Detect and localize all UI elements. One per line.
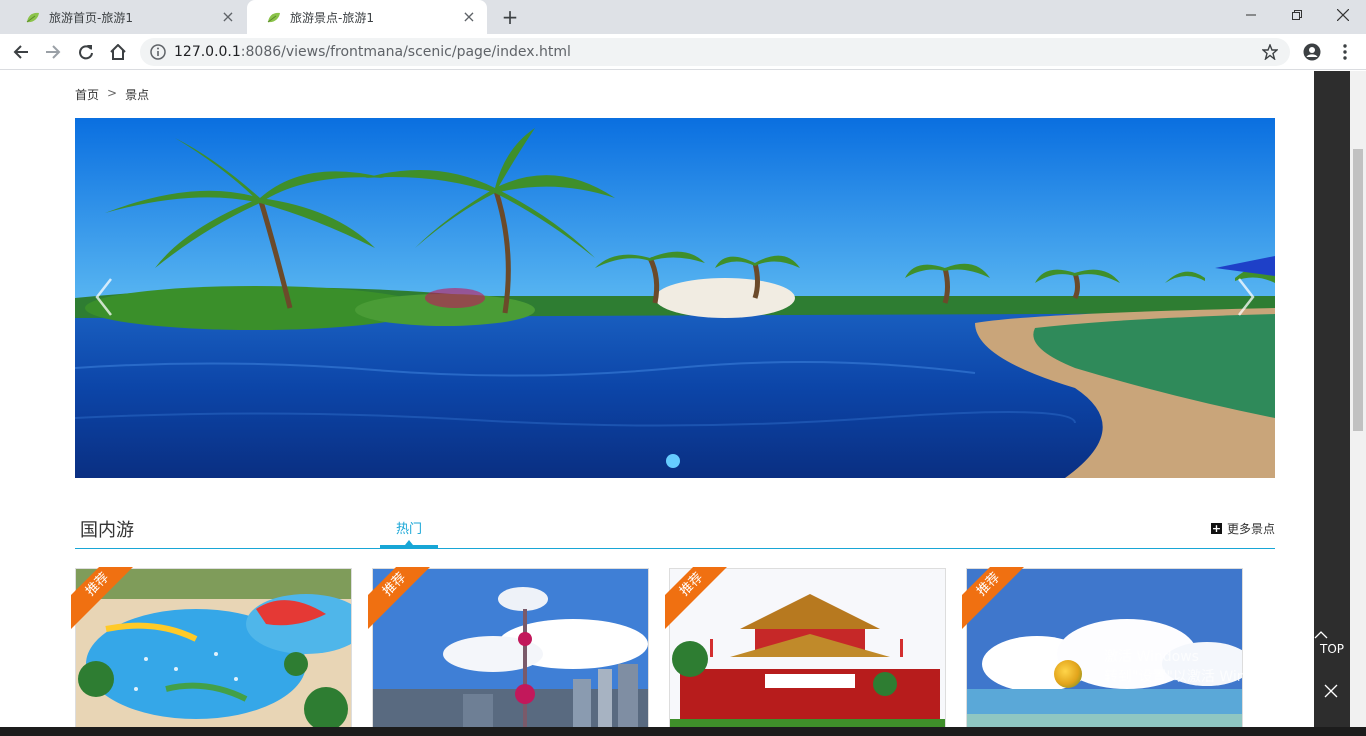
tab-active-underline <box>380 545 438 548</box>
bookmark-star-icon[interactable] <box>1262 44 1278 60</box>
forward-arrow-icon <box>46 45 61 59</box>
floating-ball-icon[interactable] <box>1054 660 1082 688</box>
browser-tab-active[interactable]: 旅游景点-旅游1 × <box>247 0 487 34</box>
restore-button[interactable] <box>1274 0 1320 30</box>
section-header: 国内游 热门 + 更多景点 <box>75 511 1275 549</box>
tab-title: 旅游景点-旅游1 <box>290 10 374 25</box>
back-to-top-label: TOP <box>1319 642 1344 656</box>
forward-button[interactable] <box>42 41 64 63</box>
back-button[interactable] <box>10 41 32 63</box>
leaf-icon <box>267 12 280 22</box>
recommend-ribbon: 推荐 <box>962 567 1028 629</box>
activate-windows-watermark: 激活 Windows 转到"设置"以激活 Windows。 <box>1104 649 1296 685</box>
page-viewport: 首页 > 景点 国内游 热门 + 更多景点 推荐 推荐 推荐 推荐 <box>0 71 1314 727</box>
reload-button[interactable] <box>75 41 97 63</box>
carousel-next-icon[interactable] <box>1231 273 1261 321</box>
breadcrumb: 首页 > 景点 <box>75 86 149 103</box>
kebab-menu-icon <box>1343 44 1347 60</box>
chevron-up-icon <box>1314 631 1328 639</box>
recommend-badge: 推荐 <box>71 567 137 629</box>
breadcrumb-home[interactable]: 首页 <box>75 86 99 103</box>
tab-hot[interactable]: 热门 <box>380 518 438 537</box>
minimize-icon <box>1246 14 1256 16</box>
close-icon <box>1337 9 1349 21</box>
back-to-top-button[interactable]: TOP <box>1314 628 1350 664</box>
account-icon <box>1303 43 1321 61</box>
recommend-badge: 推荐 <box>665 567 731 629</box>
close-icon[interactable] <box>1322 682 1340 700</box>
os-taskbar <box>0 727 1366 736</box>
carousel-dot-active[interactable] <box>666 454 680 468</box>
tab-title: 旅游首页-旅游1 <box>49 10 133 25</box>
recommend-badge: 推荐 <box>962 567 1028 629</box>
banner-image <box>75 118 1275 478</box>
carousel-prev-icon[interactable] <box>89 273 119 321</box>
recommend-ribbon: 推荐 <box>71 567 137 629</box>
tab-close-icon[interactable]: × <box>220 9 236 25</box>
recommend-ribbon: 推荐 <box>665 567 731 629</box>
scenic-card[interactable]: 推荐 <box>368 567 649 727</box>
browser-tab[interactable]: 旅游首页-旅游1 × <box>6 0 246 34</box>
minimize-button[interactable] <box>1228 0 1274 30</box>
menu-button[interactable] <box>1334 41 1356 63</box>
info-icon <box>150 44 166 60</box>
breadcrumb-current: 景点 <box>125 88 150 102</box>
close-window-button[interactable] <box>1320 0 1366 30</box>
browser-toolbar: 127.0.0.1:8086/views/frontmana/scenic/pa… <box>0 34 1366 70</box>
address-bar[interactable]: 127.0.0.1:8086/views/frontmana/scenic/pa… <box>140 38 1290 66</box>
profile-button[interactable] <box>1301 41 1323 63</box>
breadcrumb-separator: > <box>107 86 118 100</box>
reload-icon <box>79 45 93 60</box>
more-scenic-label: 更多景点 <box>1226 522 1275 536</box>
new-tab-button[interactable]: + <box>499 6 521 28</box>
banner-carousel[interactable] <box>75 118 1275 478</box>
url-text: 127.0.0.1:8086/views/frontmana/scenic/pa… <box>174 44 571 60</box>
restore-icon <box>1292 10 1302 20</box>
recommend-badge: 推荐 <box>368 567 434 629</box>
section-title: 国内游 <box>80 520 134 541</box>
tab-close-icon[interactable]: × <box>461 9 477 25</box>
plus-square-icon: + <box>1210 522 1222 535</box>
tab-strip: 旅游首页-旅游1 × 旅游景点-旅游1 × + <box>0 0 1366 34</box>
home-icon <box>110 44 126 60</box>
recommend-ribbon: 推荐 <box>368 567 434 629</box>
leaf-icon <box>26 12 39 22</box>
scrollbar[interactable] <box>1350 71 1366 727</box>
scenic-card[interactable]: 推荐 <box>71 567 352 727</box>
scenic-card[interactable]: 推荐 <box>665 567 946 727</box>
scrollbar-thumb[interactable] <box>1353 149 1363 431</box>
back-arrow-icon <box>13 45 28 59</box>
home-button[interactable] <box>107 41 129 63</box>
more-scenic-link[interactable]: + 更多景点 <box>1210 520 1275 537</box>
